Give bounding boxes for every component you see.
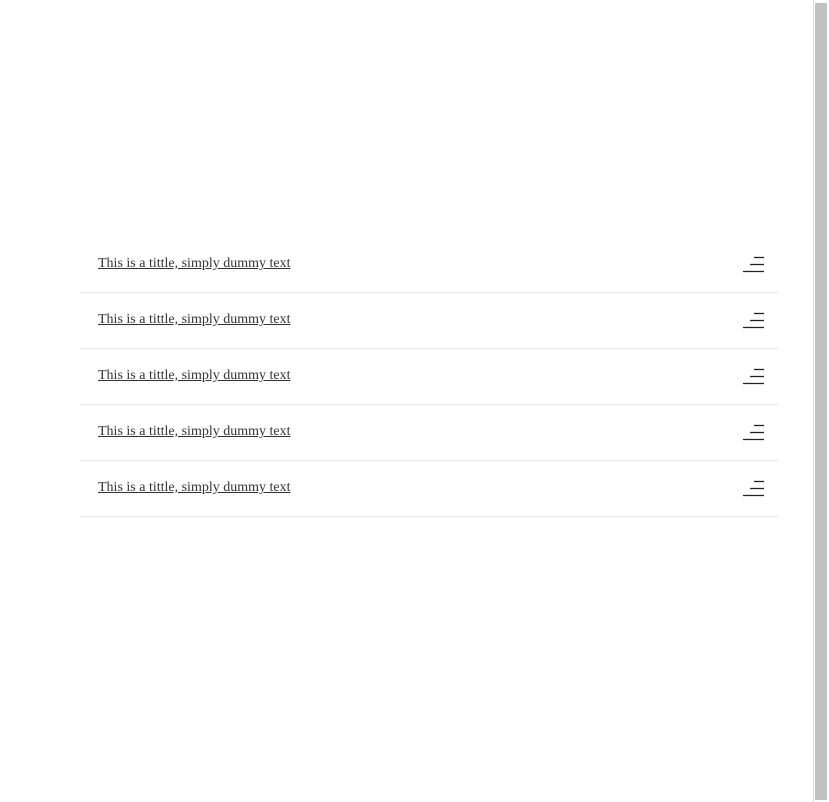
item-list: This is a tittle, simply dummy text This… <box>80 237 779 517</box>
item-title-link[interactable]: This is a tittle, simply dummy text <box>98 312 291 328</box>
menu-icon[interactable] <box>743 368 764 385</box>
menu-icon[interactable] <box>743 256 764 273</box>
list-item: This is a tittle, simply dummy text <box>80 237 779 293</box>
list-item: This is a tittle, simply dummy text <box>80 461 779 517</box>
list-item: This is a tittle, simply dummy text <box>80 293 779 349</box>
menu-icon[interactable] <box>743 424 764 441</box>
list-item: This is a tittle, simply dummy text <box>80 349 779 405</box>
item-title-link[interactable]: This is a tittle, simply dummy text <box>98 480 291 496</box>
item-title-link[interactable]: This is a tittle, simply dummy text <box>98 256 291 272</box>
scrollbar-thumb[interactable] <box>815 3 827 800</box>
item-title-link[interactable]: This is a tittle, simply dummy text <box>98 368 291 384</box>
item-title-link[interactable]: This is a tittle, simply dummy text <box>98 424 291 440</box>
menu-icon[interactable] <box>743 480 764 497</box>
mouse-cursor-icon <box>789 797 795 802</box>
menu-icon[interactable] <box>743 312 764 329</box>
list-item: This is a tittle, simply dummy text <box>80 405 779 461</box>
page: This is a tittle, simply dummy text This… <box>0 0 829 802</box>
